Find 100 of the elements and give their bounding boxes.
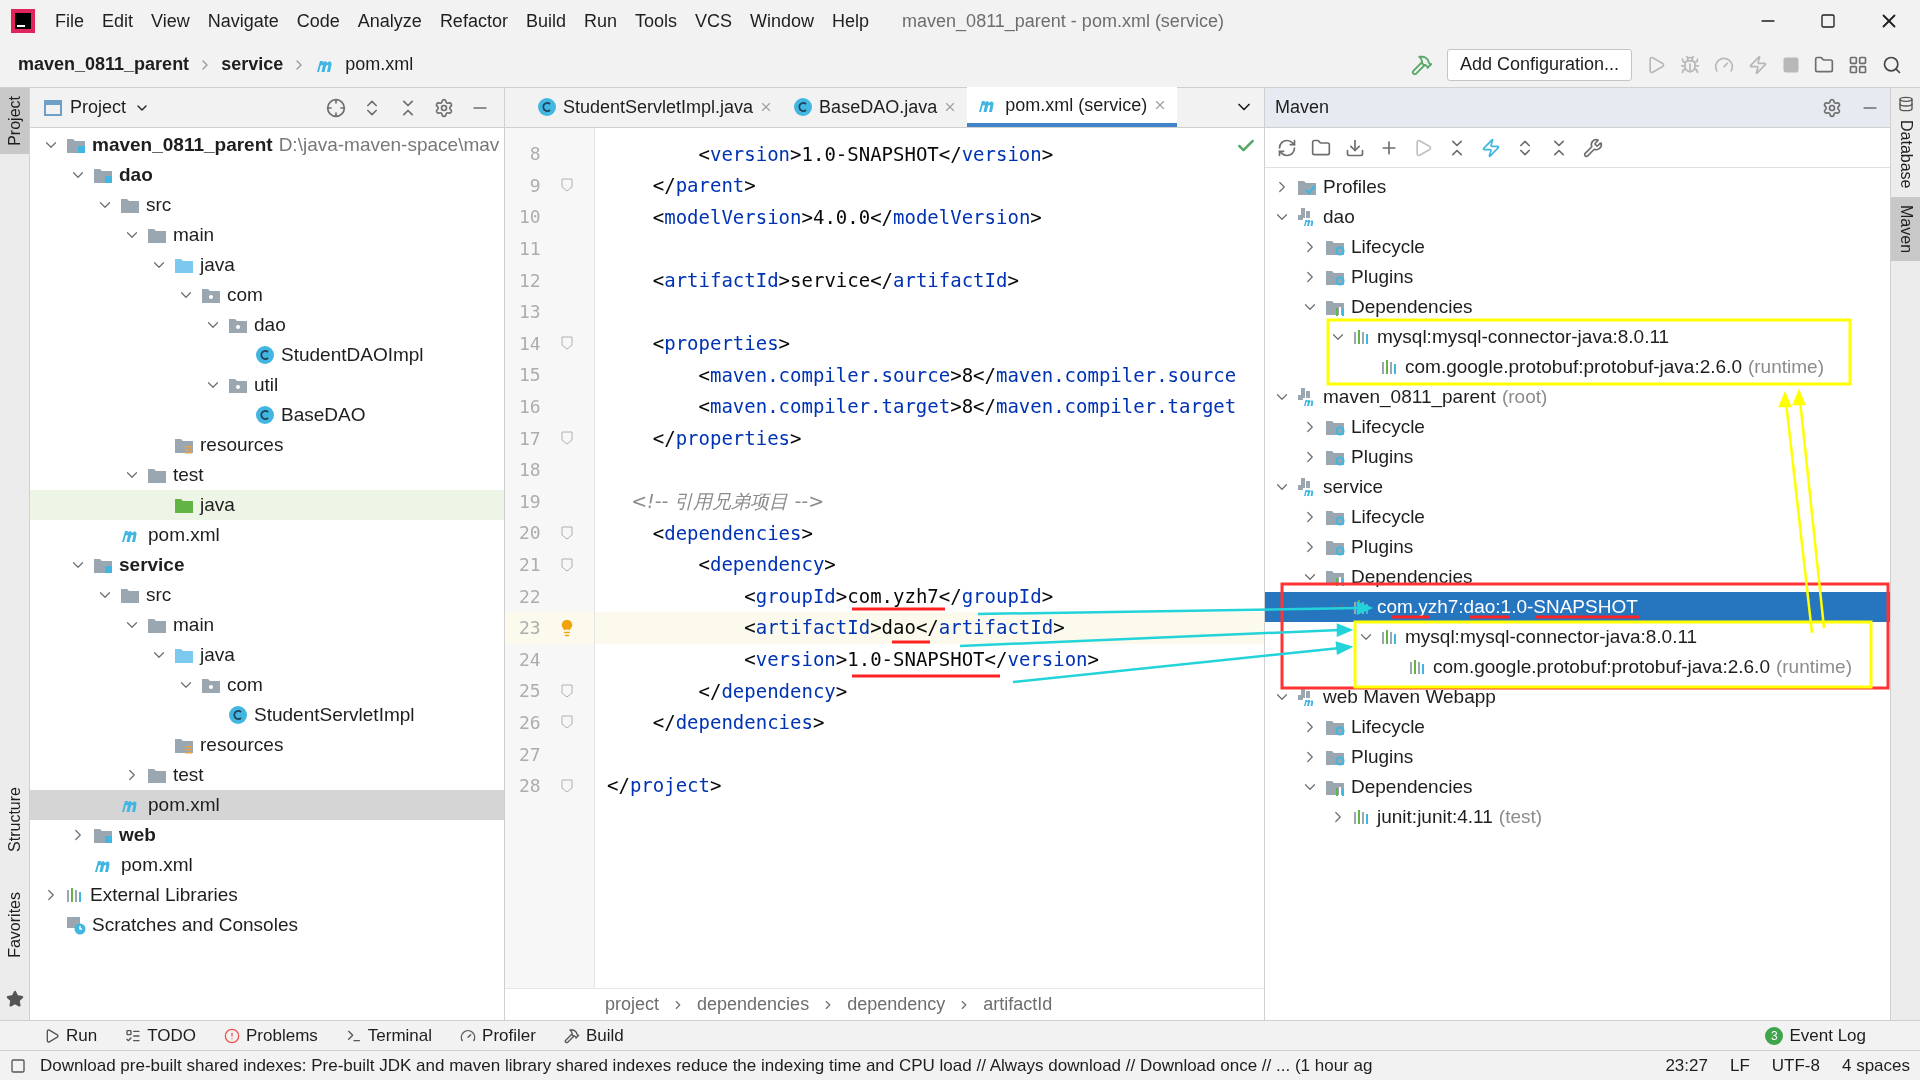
tree-row[interactable]: pom.xml	[30, 790, 504, 820]
tree-row[interactable]: External Libraries	[30, 880, 504, 910]
tree-row[interactable]: mysql:mysql-connector-java:8.0.11	[1265, 322, 1890, 352]
status-item[interactable]: 23:27	[1665, 1052, 1708, 1079]
fold-marker-icon[interactable]	[561, 557, 574, 572]
panel-title[interactable]: Project	[70, 94, 127, 121]
menu-item[interactable]: Analyze	[348, 7, 431, 35]
tree-row[interactable]: mysql:mysql-connector-java:8.0.11	[1265, 622, 1890, 652]
tree-row[interactable]: service	[1265, 472, 1890, 502]
build-icon[interactable]	[1410, 53, 1433, 76]
tree-row[interactable]: dao	[30, 310, 504, 340]
tree-row[interactable]: Dependencies	[1265, 292, 1890, 322]
fold-marker-icon[interactable]	[561, 525, 574, 540]
tree-row[interactable]: src	[30, 580, 504, 610]
breadcrumb-item[interactable]: maven_0811_parent	[18, 51, 190, 78]
tree-row[interactable]: Lifecycle	[1265, 502, 1890, 532]
tool-window-tab[interactable]: Structure	[0, 779, 29, 861]
editor-tab[interactable]: pom.xml (service)	[967, 87, 1178, 127]
menu-item[interactable]: Refactor	[430, 7, 517, 35]
tool-window-tab[interactable]: Database	[1891, 112, 1920, 197]
tree-row[interactable]: pom.xml	[30, 520, 504, 550]
status-message[interactable]: Download pre-built shared indexes: Pre-built JDK and maven library shared indexes reduce the indexing time and CPU load // Always download // Download once // ... (1 hour ag	[40, 1052, 1373, 1079]
tree-row[interactable]: src	[30, 190, 504, 220]
tree-row[interactable]: test	[30, 460, 504, 490]
tree-row[interactable]: com.google.protobuf:protobuf-java:2.6.0 (runtime)	[1265, 652, 1890, 682]
reload-icon[interactable]	[1277, 137, 1297, 158]
fold-marker-icon[interactable]	[561, 683, 574, 698]
tree-row[interactable]: Scratches and Consoles	[30, 910, 504, 940]
tree-row[interactable]: Dependencies	[1265, 562, 1890, 592]
tree-row[interactable]: web Maven Webapp	[1265, 682, 1890, 712]
panel-toggle-icon[interactable]	[10, 1057, 26, 1074]
menu-item[interactable]: Tools	[625, 7, 686, 35]
tool-window-button[interactable]: Profiler	[460, 1022, 536, 1049]
tree-row[interactable]: Lifecycle	[1265, 412, 1890, 442]
menu-item[interactable]: Run	[574, 7, 626, 35]
tree-row[interactable]: BaseDAO	[30, 400, 504, 430]
download-icon[interactable]	[1345, 137, 1365, 158]
tree-row[interactable]: web	[30, 820, 504, 850]
restore-icon[interactable]	[1820, 13, 1836, 29]
tree-row[interactable]: java	[30, 490, 504, 520]
tool-window-tab[interactable]: Favorites	[0, 884, 29, 966]
layout-icon[interactable]	[1848, 54, 1868, 75]
tree-row[interactable]: main	[30, 610, 504, 640]
tool-window-button[interactable]: TODO	[125, 1022, 196, 1049]
status-item[interactable]: 4 spaces	[1841, 1052, 1910, 1079]
run-configuration-button[interactable]: Add Configuration...	[1446, 48, 1632, 81]
tree-row[interactable]: com.yzh7:dao:1.0-SNAPSHOT	[1265, 592, 1890, 622]
breadcrumb-item[interactable]: pom.xml	[345, 51, 414, 78]
menu-item[interactable]: View	[142, 7, 199, 35]
editor-tab[interactable]: StudentServletImpl.java	[527, 87, 784, 127]
offline-icon[interactable]	[1481, 137, 1501, 158]
tool-window-button[interactable]: Problems	[224, 1022, 318, 1049]
tree-row[interactable]: com.google.protobuf:protobuf-java:2.6.0 (runtime)	[1265, 352, 1890, 382]
breadcrumb-item[interactable]: artifactId	[983, 991, 1053, 1018]
tree-row[interactable]: Profiles	[1265, 172, 1890, 202]
settings-icon[interactable]	[434, 97, 454, 118]
tree-row[interactable]: Plugins	[1265, 442, 1890, 472]
tool-window-button[interactable]: Terminal	[345, 1022, 433, 1049]
tree-row[interactable]: resources	[30, 430, 504, 460]
tree-row[interactable]: resources	[30, 730, 504, 760]
menu-item[interactable]: Help	[823, 7, 879, 35]
tree-row[interactable]: StudentDAOImpl	[30, 340, 504, 370]
tree-row[interactable]: maven_0811_parent D:\java-maven-space\mav	[30, 130, 504, 160]
tree-row[interactable]: com	[30, 670, 504, 700]
menu-item[interactable]: Window	[741, 7, 824, 35]
tree-row[interactable]: maven_0811_parent (root)	[1265, 382, 1890, 412]
tree-row[interactable]: util	[30, 370, 504, 400]
fold-marker-icon[interactable]	[561, 178, 574, 193]
breadcrumb-item[interactable]: service	[221, 51, 284, 78]
tool-window-button[interactable]: Run	[44, 1022, 98, 1049]
menu-item[interactable]: File	[46, 7, 93, 35]
settings-icon[interactable]	[1822, 97, 1842, 118]
tree-row[interactable]: dao	[30, 160, 504, 190]
tree-row[interactable]: com	[30, 280, 504, 310]
wrench-icon[interactable]	[1583, 137, 1603, 158]
tree-row[interactable]: pom.xml	[30, 850, 504, 880]
menu-item[interactable]: VCS	[686, 7, 741, 35]
tree-row[interactable]: Lifecycle	[1265, 232, 1890, 262]
editor-tab[interactable]: BaseDAO.java	[783, 87, 968, 127]
search-icon[interactable]	[1882, 54, 1902, 75]
tree-row[interactable]: junit:junit:4.11 (test)	[1265, 802, 1890, 832]
tree-row[interactable]: service	[30, 550, 504, 580]
menu-item[interactable]: Navigate	[198, 7, 288, 35]
tree-row[interactable]: test	[30, 760, 504, 790]
tree-row[interactable]: Dependencies	[1265, 772, 1890, 802]
breadcrumb-item[interactable]: dependency	[847, 991, 946, 1018]
folder-icon[interactable]	[1311, 137, 1331, 158]
menu-item[interactable]: Edit	[93, 7, 143, 35]
fold-marker-icon[interactable]	[561, 431, 574, 446]
breadcrumb-item[interactable]: dependencies	[697, 991, 810, 1018]
tree-row[interactable]: java	[30, 640, 504, 670]
tree-row[interactable]: main	[30, 220, 504, 250]
menu-item[interactable]: Build	[516, 7, 575, 35]
tree-row[interactable]: Plugins	[1265, 532, 1890, 562]
tree-row[interactable]: Lifecycle	[1265, 712, 1890, 742]
tree-row[interactable]: StudentServletImpl	[30, 700, 504, 730]
fold-marker-icon[interactable]	[561, 715, 574, 730]
tree-row[interactable]: dao	[1265, 202, 1890, 232]
fold-marker-icon[interactable]	[561, 336, 574, 351]
tree-row[interactable]: java	[30, 250, 504, 280]
